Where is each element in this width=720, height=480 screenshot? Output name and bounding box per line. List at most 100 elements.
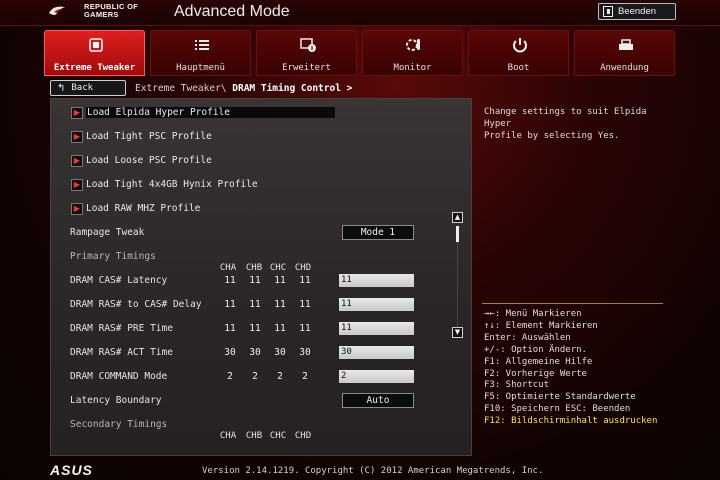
channel-value: 11 (249, 275, 261, 286)
tab-erweitert[interactable]: Erweitert (256, 30, 357, 76)
channel-value: 2 (227, 371, 233, 382)
tab-label: Hauptmenü (176, 63, 225, 73)
channel-header-row: CHA CHB CHC CHD (51, 428, 471, 446)
timing-row: DRAM CAS# Latency 11 11 11 11 11 (51, 272, 471, 290)
submenu-arrow-icon: ▶ (71, 179, 83, 191)
key-legend: →←: Menü Markieren ↑↓: Element Markieren… (484, 309, 674, 428)
submenu-arrow-icon: ▶ (71, 155, 83, 167)
tab-extreme-tweaker[interactable]: Extreme Tweaker (44, 30, 145, 76)
timing-row: DRAM RAS# to CAS# Delay 11 11 11 11 11 (51, 296, 471, 314)
load-elpida-hyper-profile[interactable]: ▶ Load Elpida Hyper Profile (71, 106, 337, 120)
key-hint: F1: Allgemeine Hilfe (484, 356, 593, 367)
tab-boot[interactable]: Boot (468, 30, 569, 76)
profile-label: Load Elpida Hyper Profile (86, 107, 335, 118)
breadcrumb-current: DRAM Timing Control > (232, 83, 353, 94)
exit-label: Beenden (618, 6, 657, 17)
latency-boundary-select[interactable]: Auto (342, 393, 414, 408)
channel-value: 11 (299, 299, 311, 310)
profile-row: ▶ Load Loose PSC Profile (51, 152, 471, 170)
setting-label: Rampage Tweak (70, 227, 145, 238)
profile-row: ▶ Load RAW MHZ Profile (51, 200, 471, 218)
tab-anwendung[interactable]: Anwendung (574, 30, 675, 76)
tab-hauptmenu[interactable]: Hauptmenü (150, 30, 251, 76)
timing-label: DRAM RAS# to CAS# Delay (70, 299, 202, 310)
main-tabs: Extreme Tweaker Hauptmenü Erweitert Moni… (44, 30, 676, 76)
ras-pre-time-input[interactable]: 11 (339, 322, 414, 335)
timing-row: DRAM RAS# PRE Time 11 11 11 11 11 (51, 320, 471, 338)
back-arrow-icon: ↰ (57, 82, 66, 94)
channel-value: 2 (302, 371, 308, 382)
channel-value: 2 (252, 371, 258, 382)
column-header: CHD (294, 431, 312, 441)
column-header: CHA (219, 431, 237, 441)
channel-value: 30 (274, 347, 286, 358)
scroll-up-button[interactable]: ▲ (452, 212, 463, 223)
cas-latency-input[interactable]: 11 (339, 274, 414, 287)
key-hint: F5: Optimierte Standardwerte (484, 392, 636, 403)
ras-to-cas-delay-input[interactable]: 11 (339, 298, 414, 311)
profile-row: ▶ Load Elpida Hyper Profile (51, 104, 471, 122)
load-tight-hynix-profile[interactable]: ▶ Load Tight 4x4GB Hynix Profile (71, 178, 337, 192)
timing-row: DRAM RAS# ACT Time 30 30 30 30 30 (51, 344, 471, 362)
key-hint: +/-: Option Ändern. (484, 344, 587, 355)
load-raw-mhz-profile[interactable]: ▶ Load RAW MHZ Profile (71, 202, 337, 216)
profile-label: Load RAW MHZ Profile (86, 203, 201, 214)
settings-panel: ▶ Load Elpida Hyper Profile ▶ Load Tight… (50, 98, 472, 456)
timing-label: DRAM RAS# ACT Time (70, 347, 173, 358)
channel-value: 11 (249, 299, 261, 310)
brand-line-2: GAMERS (84, 10, 119, 19)
asus-logo: ASUS (50, 462, 93, 478)
tab-label: Anwendung (600, 63, 649, 73)
header-bar: REPUBLIC OF GAMERS Advanced Mode Beenden (0, 0, 720, 26)
profile-label: Load Tight 4x4GB Hynix Profile (86, 179, 258, 190)
channel-value: 11 (299, 323, 311, 334)
tab-monitor[interactable]: Monitor (362, 30, 463, 76)
tab-label: Extreme Tweaker (53, 63, 136, 73)
command-mode-input[interactable]: 2 (339, 370, 414, 383)
advanced-icon (300, 38, 316, 52)
breadcrumb: Extreme Tweaker\ DRAM Timing Control > (135, 83, 352, 94)
timing-label: DRAM COMMAND Mode (70, 371, 168, 382)
column-header: CHB (245, 431, 263, 441)
key-hint: →←: Menü Markieren (484, 309, 582, 319)
back-button[interactable]: ↰ Back (50, 80, 126, 96)
profile-label: Load Tight PSC Profile (86, 131, 212, 142)
key-hint: F10: Speichern ESC: Beenden (484, 404, 631, 415)
channel-value: 11 (224, 323, 236, 334)
tab-label: Monitor (393, 63, 432, 73)
key-hint: F2: Vorherige Werte (484, 368, 587, 379)
rampage-tweak-row: Rampage Tweak Mode 1 (51, 224, 471, 242)
ras-act-time-input[interactable]: 30 (339, 346, 414, 359)
mode-title: Advanced Mode (174, 3, 290, 20)
channel-value: 30 (224, 347, 236, 358)
breadcrumb-bar: ↰ Back Extreme Tweaker\ DRAM Timing Cont… (44, 78, 676, 98)
rampage-tweak-select[interactable]: Mode 1 (342, 225, 414, 240)
list-icon (195, 40, 209, 50)
help-divider (482, 303, 663, 304)
latency-boundary-row: Latency Boundary Auto (51, 392, 471, 410)
scrollbar-thumb[interactable] (456, 226, 459, 242)
exit-button[interactable]: Beenden (598, 3, 676, 20)
channel-value: 11 (274, 299, 286, 310)
profile-row: ▶ Load Tight 4x4GB Hynix Profile (51, 176, 471, 194)
load-tight-psc-profile[interactable]: ▶ Load Tight PSC Profile (71, 130, 337, 144)
setting-label: Latency Boundary (70, 395, 162, 406)
back-label: Back (71, 83, 94, 93)
breadcrumb-parent[interactable]: Extreme Tweaker\ (135, 83, 227, 94)
scroll-down-button[interactable]: ▼ (452, 327, 463, 338)
load-loose-psc-profile[interactable]: ▶ Load Loose PSC Profile (71, 154, 337, 168)
tab-label: Boot (507, 63, 530, 73)
timing-row: DRAM COMMAND Mode 2 2 2 2 2 (51, 368, 471, 386)
channel-value: 30 (299, 347, 311, 358)
timing-label: DRAM RAS# PRE Time (70, 323, 173, 334)
key-hint: ↑↓: Element Markieren (484, 320, 598, 331)
version-text: Version 2.14.1219. Copyright (C) 2012 Am… (202, 466, 544, 476)
timing-label: DRAM CAS# Latency (70, 275, 168, 286)
channel-value: 11 (249, 323, 261, 334)
help-description: Change settings to suit Elpida Hyper Pro… (484, 107, 647, 141)
key-hint: Enter: Auswählen (484, 332, 571, 343)
channel-value: 11 (274, 323, 286, 334)
profile-label: Load Loose PSC Profile (86, 155, 212, 166)
tweaker-icon (89, 38, 103, 52)
exit-door-icon (603, 6, 613, 17)
